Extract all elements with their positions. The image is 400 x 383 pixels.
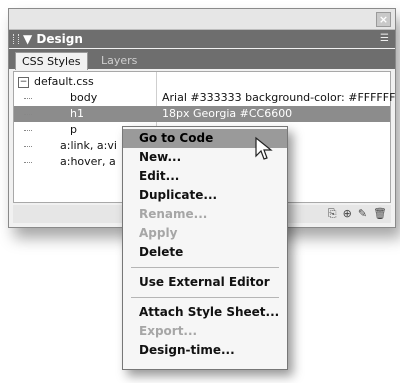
edit-style-icon[interactable]: ✎ [358,207,367,221]
menu-item-apply: Apply [139,226,178,240]
panel-title: ▼ Design [23,31,83,47]
rule-properties: 18px Georgia #CC6600 [162,107,293,120]
rule-properties: Arial #333333 background-color: #FFFFFF [162,91,396,104]
rule-name: p [70,123,77,136]
tree-connector [24,146,32,147]
tab-layers[interactable]: Layers [95,52,143,69]
menu-separator [131,267,279,268]
gripper-icon[interactable] [13,34,19,44]
menu-item-delete[interactable]: Delete [123,243,287,262]
menu-item-use-external-editor[interactable]: Use External Editor [123,273,287,292]
close-icon[interactable]: × [376,12,391,27]
tree-connector [24,162,32,163]
panel-title-bar[interactable]: ▼ Design ☰ [9,30,395,48]
rule-row-h1[interactable]: h1 18px Georgia #CC6600 [14,106,390,122]
panel-title-label: Design [36,32,83,46]
tree-connector [24,98,32,99]
mouse-pointer-icon [255,136,273,160]
rule-name: a:hover, a [60,155,116,168]
menu-item-design-time[interactable]: Design-time... [123,341,287,360]
menu-item-rename: Rename... [139,207,208,221]
delete-icon[interactable]: 🗑 [373,207,387,221]
tree-connector [24,130,32,131]
menu-separator [131,297,279,298]
rule-name: h1 [70,107,84,120]
collapse-icon[interactable]: − [18,77,29,88]
rule-name: body [70,91,98,104]
window-top-bar: × [9,9,395,30]
attach-style-sheet-icon[interactable]: ⎘ [328,207,337,221]
new-css-rule-icon[interactable]: ⊕ [343,207,352,221]
stylesheet-row[interactable]: − default.css [14,74,390,90]
context-menu: Go to Code New... Edit... Duplicate... R… [122,126,288,370]
menu-item-export: Export... [139,324,198,338]
menu-item-attach-style-sheet[interactable]: Attach Style Sheet... [123,303,287,322]
tab-css-styles[interactable]: CSS Styles [15,52,88,70]
tree-connector [24,114,32,115]
panel-options-icon[interactable]: ☰ [380,33,389,45]
menu-item-duplicate[interactable]: Duplicate... [123,186,287,205]
panel-tabs: CSS Styles Layers [9,49,395,70]
rule-row-body[interactable]: body Arial #333333 background-color: #FF… [14,90,395,106]
menu-item-edit[interactable]: Edit... [123,167,287,186]
collapse-arrow-icon[interactable]: ▼ [23,32,32,46]
rule-name: a:link, a:vi [60,139,117,152]
stylesheet-name: default.css [34,75,94,88]
